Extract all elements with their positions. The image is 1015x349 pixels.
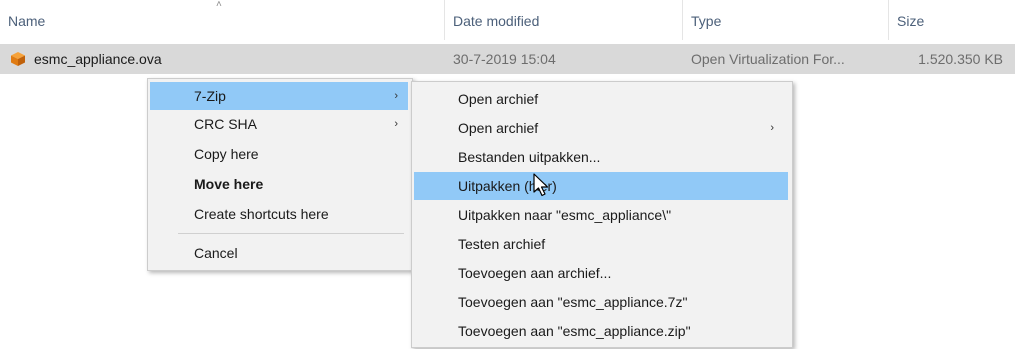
menu-item-label: Open archief <box>458 120 539 136</box>
submenu-item-add-to-archive[interactable]: Toevoegen aan archief... <box>414 259 788 287</box>
column-header-bar: ˄ Name Date modified Type Size <box>0 0 1015 40</box>
submenu-7zip: Open archief Open archief › Bestanden ui… <box>411 81 793 348</box>
menu-item-label: Create shortcuts here <box>194 206 329 222</box>
package-icon <box>11 52 25 66</box>
file-size: 1.520.350 KB <box>918 51 1003 67</box>
file-name: esmc_appliance.ova <box>34 51 162 67</box>
column-header-date-modified[interactable]: Date modified <box>453 10 539 32</box>
file-date-modified: 30-7-2019 15:04 <box>453 51 556 67</box>
submenu-item-open-archive-more[interactable]: Open archief › <box>414 114 788 142</box>
column-divider[interactable] <box>444 0 445 40</box>
context-menu: 7-Zip › CRC SHA › Copy here Move here Cr… <box>147 78 413 271</box>
menu-item-create-shortcuts-here[interactable]: Create shortcuts here <box>150 200 408 228</box>
menu-item-label: Cancel <box>194 245 238 261</box>
column-header-size[interactable]: Size <box>897 10 924 32</box>
menu-item-label: CRC SHA <box>194 116 258 132</box>
submenu-item-open-archive[interactable]: Open archief <box>414 85 788 113</box>
menu-item-7zip[interactable]: 7-Zip › <box>150 82 408 110</box>
chevron-right-icon: › <box>394 90 398 102</box>
file-type: Open Virtualization For... <box>691 51 845 67</box>
file-row-selected[interactable]: esmc_appliance.ova 30-7-2019 15:04 Open … <box>0 44 1015 74</box>
column-divider[interactable] <box>682 0 683 40</box>
menu-item-crc-sha[interactable]: CRC SHA › <box>150 110 408 138</box>
submenu-item-extract-to-folder[interactable]: Uitpakken naar "esmc_appliance\" <box>414 201 788 229</box>
column-header-name[interactable]: Name <box>8 10 45 32</box>
chevron-right-icon: › <box>394 118 398 130</box>
submenu-item-extract-here[interactable]: Uitpakken (hier) <box>414 172 788 200</box>
mouse-cursor-icon <box>533 173 549 197</box>
menu-item-label: Move here <box>194 176 264 192</box>
menu-item-label: Copy here <box>194 146 259 162</box>
menu-separator <box>178 233 404 234</box>
menu-item-label: Toevoegen aan "esmc_appliance.7z" <box>458 294 688 310</box>
explorer-file-list: ˄ Name Date modified Type Size esmc_appl… <box>0 0 1015 349</box>
submenu-item-test-archive[interactable]: Testen archief <box>414 230 788 258</box>
menu-item-label: Bestanden uitpakken... <box>458 149 601 165</box>
submenu-item-add-to-7z[interactable]: Toevoegen aan "esmc_appliance.7z" <box>414 288 788 316</box>
menu-item-copy-here[interactable]: Copy here <box>150 140 408 168</box>
column-divider[interactable] <box>888 0 889 40</box>
submenu-item-add-to-zip[interactable]: Toevoegen aan "esmc_appliance.zip" <box>414 317 788 345</box>
menu-item-label: Open archief <box>458 91 539 107</box>
menu-item-label: Uitpakken naar "esmc_appliance\" <box>458 207 672 223</box>
menu-item-move-here[interactable]: Move here <box>150 170 408 198</box>
menu-item-label: Testen archief <box>458 236 546 252</box>
sort-indicator-icon[interactable]: ˄ <box>216 0 223 10</box>
menu-item-label: Toevoegen aan archief... <box>458 265 612 281</box>
submenu-item-extract-files[interactable]: Bestanden uitpakken... <box>414 143 788 171</box>
column-header-type[interactable]: Type <box>691 10 721 32</box>
menu-item-label: Toevoegen aan "esmc_appliance.zip" <box>458 323 691 339</box>
chevron-right-icon: › <box>770 122 774 134</box>
menu-item-label: 7-Zip <box>194 88 226 104</box>
menu-item-cancel[interactable]: Cancel <box>150 239 408 267</box>
